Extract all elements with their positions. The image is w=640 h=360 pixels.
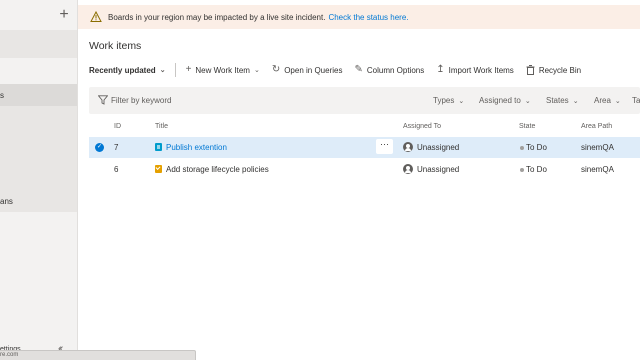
tags-filter-label: Ta — [632, 96, 640, 105]
grid-header: ID Title Assigned To State Area Path — [89, 118, 640, 136]
chevron-down-icon: ⌄ — [614, 98, 621, 105]
chevron-down-icon: ⌄ — [159, 67, 166, 74]
task-icon — [155, 143, 162, 151]
row-assigned-to: Unassigned — [417, 143, 460, 152]
edit-icon: ✎ — [354, 64, 363, 75]
sidebar-item-selected[interactable] — [0, 84, 77, 106]
upload-icon: ↥ — [436, 64, 445, 75]
import-work-items-label: Import Work Items — [448, 65, 514, 75]
plus-icon: + — [185, 64, 192, 75]
sidebar-item-label[interactable]: ans — [0, 197, 13, 206]
chevron-down-icon: ⌄ — [524, 98, 531, 105]
area-filter-dropdown[interactable]: Area ⌄ — [594, 96, 621, 105]
column-options-button[interactable]: ✎ Column Options — [354, 65, 424, 75]
open-in-queries-label: Open in Queries — [284, 65, 343, 75]
states-filter-label: States — [546, 96, 569, 105]
area-filter-label: Area — [594, 96, 611, 105]
incident-banner: Boards in your region may be impacted by… — [78, 5, 640, 29]
table-row[interactable]: ✓ 7 Publish extention ··· Unassigned To … — [89, 137, 640, 158]
plus-icon[interactable]: + — [57, 7, 71, 23]
import-work-items-button[interactable]: ↥ Import Work Items — [436, 65, 514, 75]
row-area-path: sinemQA — [581, 143, 614, 152]
recycle-bin-button[interactable]: Recycle Bin — [526, 65, 581, 75]
open-in-queries-button[interactable]: ↻ Open in Queries — [272, 65, 343, 75]
row-id: 7 — [114, 143, 119, 152]
types-filter-dropdown[interactable]: Types ⌄ — [433, 96, 464, 105]
view-selector-dropdown[interactable]: Recently updated ⌄ — [89, 66, 166, 75]
chevron-down-icon: ⌄ — [253, 67, 260, 74]
new-work-item-label: New Work Item — [195, 65, 250, 75]
redo-arrow-icon: ↻ — [271, 64, 281, 75]
states-filter-dropdown[interactable]: States ⌄ — [546, 96, 579, 105]
state-dot-icon — [520, 146, 524, 150]
product-backlog-item-icon — [155, 165, 162, 173]
assigned-to-filter-label: Assigned to — [479, 96, 521, 105]
column-header-state[interactable]: State — [519, 123, 535, 130]
row-title-link[interactable]: Add storage lifecycle policies — [166, 165, 269, 174]
banner-message: Boards in your region may be impacted by… — [108, 12, 326, 22]
toolbar: Recently updated ⌄ + New Work Item ⌄ ↻ O… — [89, 62, 581, 78]
row-title-link[interactable]: Publish extention — [166, 143, 227, 152]
row-assigned-to: Unassigned — [417, 165, 460, 174]
status-link[interactable]: Check the status here. — [328, 13, 408, 22]
avatar — [403, 142, 413, 152]
row-id: 6 — [114, 165, 119, 174]
state-dot-icon — [520, 168, 524, 172]
sidebar-section — [0, 30, 77, 58]
chevron-down-icon: ⌄ — [572, 98, 579, 105]
checkmark-icon[interactable]: ✓ — [95, 143, 104, 152]
new-work-item-button[interactable]: + New Work Item ⌄ — [186, 65, 260, 75]
row-state: To Do — [526, 143, 547, 152]
more-actions-button[interactable]: ··· — [376, 139, 393, 154]
column-header-assigned-to[interactable]: Assigned To — [403, 123, 441, 130]
types-filter-label: Types — [433, 96, 455, 105]
sidebar-item-label[interactable]: s — [0, 91, 4, 100]
view-selector-label: Recently updated — [89, 65, 156, 75]
app-root: + s ans ettings ‹‹ re.com Boards in your… — [0, 0, 640, 360]
avatar — [403, 164, 413, 174]
tags-filter-dropdown[interactable]: Ta — [632, 96, 640, 105]
filter-keyword-input[interactable] — [111, 94, 311, 107]
filter-bar: Types⌄ Assigned to⌄ States⌄ Area⌄ Ta — [89, 87, 640, 114]
warning-icon — [90, 11, 102, 22]
trash-icon — [526, 65, 535, 75]
chevron-down-icon: ⌄ — [458, 98, 465, 105]
column-header-area-path[interactable]: Area Path — [581, 123, 612, 130]
row-state: To Do — [526, 165, 547, 174]
column-header-id[interactable]: ID — [114, 123, 121, 130]
table-row[interactable]: 6 Add storage lifecycle policies Unassig… — [89, 159, 640, 180]
status-bar-text: re.com — [0, 352, 19, 358]
column-header-title[interactable]: Title — [155, 123, 168, 130]
assigned-to-filter-dropdown[interactable]: Assigned to ⌄ — [479, 96, 531, 105]
toolbar-divider — [174, 63, 176, 77]
filter-icon — [98, 95, 108, 105]
page-title: Work items — [89, 40, 142, 52]
column-options-label: Column Options — [366, 65, 425, 75]
recycle-bin-label: Recycle Bin — [538, 65, 582, 75]
row-area-path: sinemQA — [581, 165, 614, 174]
status-bar-url: re.com — [0, 350, 196, 360]
left-sidebar: + s ans ettings ‹‹ — [0, 0, 78, 360]
